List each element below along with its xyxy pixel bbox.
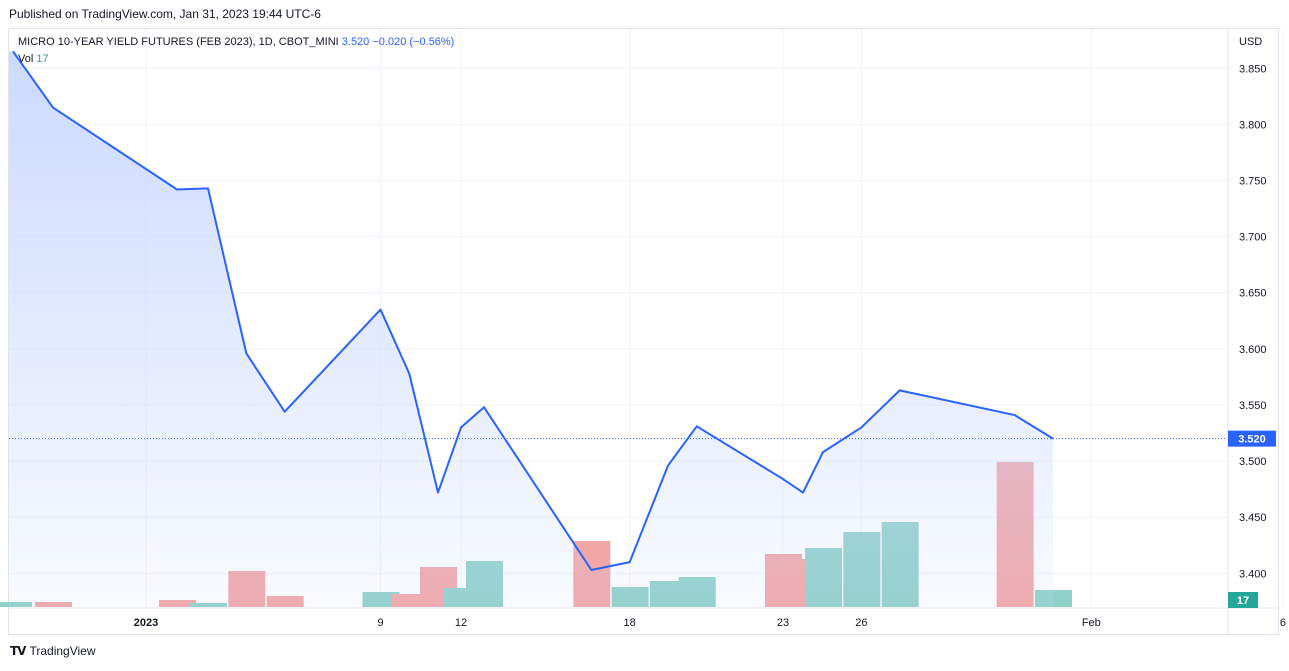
time-tick-label: Feb (1082, 617, 1101, 629)
price-area-fill (9, 51, 1053, 608)
price-tick-label: 3.650 (1239, 288, 1267, 300)
tradingview-brand: TradingView (29, 644, 96, 658)
price-tick-label: 3.450 (1239, 512, 1267, 524)
legend-change: −0.020 (−0.56%) (372, 36, 455, 48)
price-chart[interactable]: USD 3.8503.8003.7503.7003.6503.6003.5503… (0, 0, 1289, 671)
time-scale[interactable]: 2023912182326Feb613 (134, 617, 1289, 629)
legend-last-price: 3.520 (341, 36, 370, 48)
chart-legend: MICRO 10-YEAR YIELD FUTURES (FEB 2023), … (18, 34, 454, 68)
time-tick-label: 23 (777, 617, 789, 629)
price-scale[interactable]: 3.850 3.800 3.750 3.700 3.650 3.600 3.550 3.500… (1239, 63, 1267, 580)
price-tick-label: 3.600 (1239, 344, 1267, 356)
time-tick-label: 26 (855, 617, 867, 629)
legend-symbol: MICRO 10-YEAR YIELD FUTURES (FEB 2023), … (18, 36, 339, 48)
price-tick-label: 3.750 (1239, 176, 1267, 188)
time-tick-label: 12 (455, 617, 467, 629)
time-tick-label: 18 (624, 617, 636, 629)
price-tick-label: 3.850 (1239, 63, 1267, 75)
footer-branding[interactable]: 𝗧𝗩 TradingView (10, 644, 96, 658)
legend-vol-value: 17 (36, 53, 49, 65)
price-area (9, 50, 1054, 608)
last-price-tag-label: 3.520 (1238, 434, 1266, 446)
price-tick-label: 3.550 (1239, 400, 1267, 412)
currency-label: USD (1239, 36, 1262, 48)
tradingview-logo-icon: 𝗧𝗩 (10, 644, 27, 658)
time-tick-label: 2023 (134, 617, 158, 629)
price-tick-label: 3.400 (1239, 568, 1267, 580)
last-volume-tag-label: 17 (1237, 595, 1249, 607)
legend-vol-label: Vol (18, 53, 34, 65)
time-tick-label: 6 (1280, 617, 1286, 629)
price-tick-label: 3.800 (1239, 119, 1267, 131)
price-tick-label: 3.500 (1239, 456, 1267, 468)
time-tick-label: 9 (377, 617, 383, 629)
price-tick-label: 3.700 (1239, 232, 1267, 244)
